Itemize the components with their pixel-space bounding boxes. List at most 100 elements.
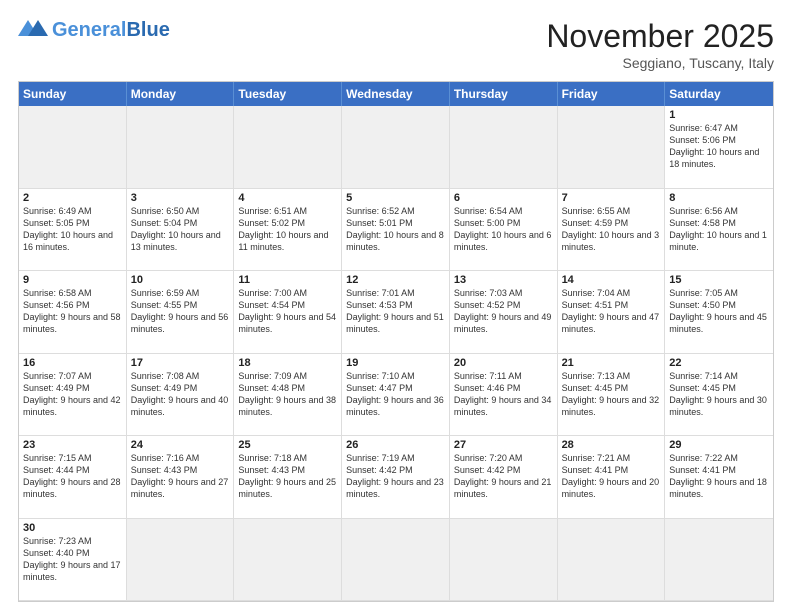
calendar-body: 1Sunrise: 6:47 AM Sunset: 5:06 PM Daylig… <box>19 106 773 601</box>
empty-cell <box>342 519 450 602</box>
day-number: 28 <box>562 439 661 451</box>
day-number: 29 <box>669 439 769 451</box>
weekday-header-thursday: Thursday <box>450 82 558 106</box>
day-info: Sunrise: 7:05 AM Sunset: 4:50 PM Dayligh… <box>669 287 769 336</box>
day-info: Sunrise: 6:50 AM Sunset: 5:04 PM Dayligh… <box>131 205 230 254</box>
day-info: Sunrise: 7:01 AM Sunset: 4:53 PM Dayligh… <box>346 287 445 336</box>
location: Seggiano, Tuscany, Italy <box>546 55 774 71</box>
day-info: Sunrise: 7:07 AM Sunset: 4:49 PM Dayligh… <box>23 370 122 419</box>
day-cell-23: 23Sunrise: 7:15 AM Sunset: 4:44 PM Dayli… <box>19 436 127 519</box>
day-info: Sunrise: 7:22 AM Sunset: 4:41 PM Dayligh… <box>669 452 769 501</box>
day-cell-8: 8Sunrise: 6:56 AM Sunset: 4:58 PM Daylig… <box>665 189 773 272</box>
day-info: Sunrise: 7:23 AM Sunset: 4:40 PM Dayligh… <box>23 535 122 584</box>
day-cell-26: 26Sunrise: 7:19 AM Sunset: 4:42 PM Dayli… <box>342 436 450 519</box>
day-number: 25 <box>238 439 337 451</box>
day-cell-18: 18Sunrise: 7:09 AM Sunset: 4:48 PM Dayli… <box>234 354 342 437</box>
day-info: Sunrise: 7:15 AM Sunset: 4:44 PM Dayligh… <box>23 452 122 501</box>
empty-cell <box>127 519 235 602</box>
day-info: Sunrise: 7:16 AM Sunset: 4:43 PM Dayligh… <box>131 452 230 501</box>
day-number: 2 <box>23 192 122 204</box>
day-number: 18 <box>238 357 337 369</box>
logo: GeneralBlue <box>18 18 170 42</box>
logo-icon <box>18 18 48 42</box>
day-cell-30: 30Sunrise: 7:23 AM Sunset: 4:40 PM Dayli… <box>19 519 127 602</box>
day-number: 19 <box>346 357 445 369</box>
logo-general: General <box>52 19 126 41</box>
day-info: Sunrise: 6:47 AM Sunset: 5:06 PM Dayligh… <box>669 122 769 171</box>
day-number: 20 <box>454 357 553 369</box>
logo-text: GeneralBlue <box>52 19 170 42</box>
day-number: 17 <box>131 357 230 369</box>
day-info: Sunrise: 6:49 AM Sunset: 5:05 PM Dayligh… <box>23 205 122 254</box>
day-number: 15 <box>669 274 769 286</box>
empty-cell <box>19 106 127 189</box>
weekday-header-wednesday: Wednesday <box>342 82 450 106</box>
day-info: Sunrise: 7:04 AM Sunset: 4:51 PM Dayligh… <box>562 287 661 336</box>
day-cell-22: 22Sunrise: 7:14 AM Sunset: 4:45 PM Dayli… <box>665 354 773 437</box>
calendar: SundayMondayTuesdayWednesdayThursdayFrid… <box>18 81 774 602</box>
day-cell-20: 20Sunrise: 7:11 AM Sunset: 4:46 PM Dayli… <box>450 354 558 437</box>
day-number: 5 <box>346 192 445 204</box>
empty-cell <box>342 106 450 189</box>
day-cell-15: 15Sunrise: 7:05 AM Sunset: 4:50 PM Dayli… <box>665 271 773 354</box>
day-info: Sunrise: 6:54 AM Sunset: 5:00 PM Dayligh… <box>454 205 553 254</box>
day-info: Sunrise: 7:13 AM Sunset: 4:45 PM Dayligh… <box>562 370 661 419</box>
title-block: November 2025 Seggiano, Tuscany, Italy <box>546 18 774 71</box>
day-info: Sunrise: 6:56 AM Sunset: 4:58 PM Dayligh… <box>669 205 769 254</box>
day-info: Sunrise: 7:19 AM Sunset: 4:42 PM Dayligh… <box>346 452 445 501</box>
weekday-header-sunday: Sunday <box>19 82 127 106</box>
day-cell-5: 5Sunrise: 6:52 AM Sunset: 5:01 PM Daylig… <box>342 189 450 272</box>
empty-cell <box>450 519 558 602</box>
day-number: 16 <box>23 357 122 369</box>
page: GeneralBlue November 2025 Seggiano, Tusc… <box>0 0 792 612</box>
weekday-header-saturday: Saturday <box>665 82 773 106</box>
day-number: 30 <box>23 522 122 534</box>
day-cell-24: 24Sunrise: 7:16 AM Sunset: 4:43 PM Dayli… <box>127 436 235 519</box>
day-info: Sunrise: 7:09 AM Sunset: 4:48 PM Dayligh… <box>238 370 337 419</box>
weekday-header-friday: Friday <box>558 82 666 106</box>
day-info: Sunrise: 6:52 AM Sunset: 5:01 PM Dayligh… <box>346 205 445 254</box>
day-info: Sunrise: 7:11 AM Sunset: 4:46 PM Dayligh… <box>454 370 553 419</box>
weekday-header-tuesday: Tuesday <box>234 82 342 106</box>
day-number: 27 <box>454 439 553 451</box>
day-number: 6 <box>454 192 553 204</box>
day-info: Sunrise: 7:10 AM Sunset: 4:47 PM Dayligh… <box>346 370 445 419</box>
day-info: Sunrise: 7:08 AM Sunset: 4:49 PM Dayligh… <box>131 370 230 419</box>
day-number: 26 <box>346 439 445 451</box>
day-cell-7: 7Sunrise: 6:55 AM Sunset: 4:59 PM Daylig… <box>558 189 666 272</box>
empty-cell <box>450 106 558 189</box>
empty-cell <box>665 519 773 602</box>
day-number: 7 <box>562 192 661 204</box>
day-cell-29: 29Sunrise: 7:22 AM Sunset: 4:41 PM Dayli… <box>665 436 773 519</box>
empty-cell <box>558 519 666 602</box>
month-title: November 2025 <box>546 18 774 55</box>
day-cell-10: 10Sunrise: 6:59 AM Sunset: 4:55 PM Dayli… <box>127 271 235 354</box>
day-cell-4: 4Sunrise: 6:51 AM Sunset: 5:02 PM Daylig… <box>234 189 342 272</box>
day-number: 22 <box>669 357 769 369</box>
day-number: 14 <box>562 274 661 286</box>
day-cell-3: 3Sunrise: 6:50 AM Sunset: 5:04 PM Daylig… <box>127 189 235 272</box>
day-info: Sunrise: 7:21 AM Sunset: 4:41 PM Dayligh… <box>562 452 661 501</box>
day-info: Sunrise: 7:20 AM Sunset: 4:42 PM Dayligh… <box>454 452 553 501</box>
day-info: Sunrise: 7:14 AM Sunset: 4:45 PM Dayligh… <box>669 370 769 419</box>
day-cell-16: 16Sunrise: 7:07 AM Sunset: 4:49 PM Dayli… <box>19 354 127 437</box>
empty-cell <box>558 106 666 189</box>
empty-cell <box>127 106 235 189</box>
day-cell-1: 1Sunrise: 6:47 AM Sunset: 5:06 PM Daylig… <box>665 106 773 189</box>
day-number: 12 <box>346 274 445 286</box>
calendar-header: SundayMondayTuesdayWednesdayThursdayFrid… <box>19 82 773 106</box>
day-cell-14: 14Sunrise: 7:04 AM Sunset: 4:51 PM Dayli… <box>558 271 666 354</box>
day-cell-17: 17Sunrise: 7:08 AM Sunset: 4:49 PM Dayli… <box>127 354 235 437</box>
weekday-header-monday: Monday <box>127 82 235 106</box>
day-info: Sunrise: 6:51 AM Sunset: 5:02 PM Dayligh… <box>238 205 337 254</box>
empty-cell <box>234 519 342 602</box>
day-info: Sunrise: 7:18 AM Sunset: 4:43 PM Dayligh… <box>238 452 337 501</box>
day-cell-28: 28Sunrise: 7:21 AM Sunset: 4:41 PM Dayli… <box>558 436 666 519</box>
day-number: 3 <box>131 192 230 204</box>
empty-cell <box>234 106 342 189</box>
day-cell-6: 6Sunrise: 6:54 AM Sunset: 5:00 PM Daylig… <box>450 189 558 272</box>
day-number: 24 <box>131 439 230 451</box>
day-number: 4 <box>238 192 337 204</box>
day-info: Sunrise: 6:59 AM Sunset: 4:55 PM Dayligh… <box>131 287 230 336</box>
day-number: 1 <box>669 109 769 121</box>
